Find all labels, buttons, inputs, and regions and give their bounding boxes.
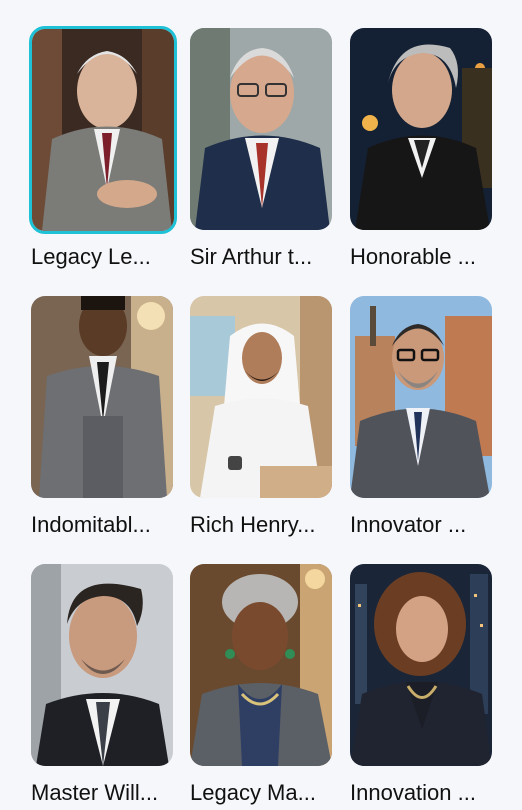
character-name-label: Legacy Ma... (190, 780, 316, 805)
character-portrait (190, 28, 332, 230)
character-name-label: Master Will... (31, 780, 159, 805)
character-portrait (29, 26, 177, 234)
character-gallery: Legacy Le... Sir Arthur t... Honorable .… (0, 0, 522, 810)
character-name-label: Legacy Le... (31, 244, 151, 269)
character-portrait (31, 296, 173, 498)
character-portrait (350, 296, 492, 498)
character-portrait (31, 564, 173, 766)
character-name-label: Innovation ... (350, 780, 476, 805)
character-portrait (190, 564, 332, 766)
character-name-label: Rich Henry... (190, 512, 316, 537)
character-portrait (350, 28, 492, 230)
character-name-label: Honorable ... (350, 244, 476, 269)
character-portrait (190, 296, 332, 498)
character-name-label: Sir Arthur t... (190, 244, 313, 269)
character-portrait (350, 564, 492, 766)
character-name-label: Innovator ... (350, 512, 467, 537)
character-name-label: Indomitabl... (31, 512, 151, 537)
